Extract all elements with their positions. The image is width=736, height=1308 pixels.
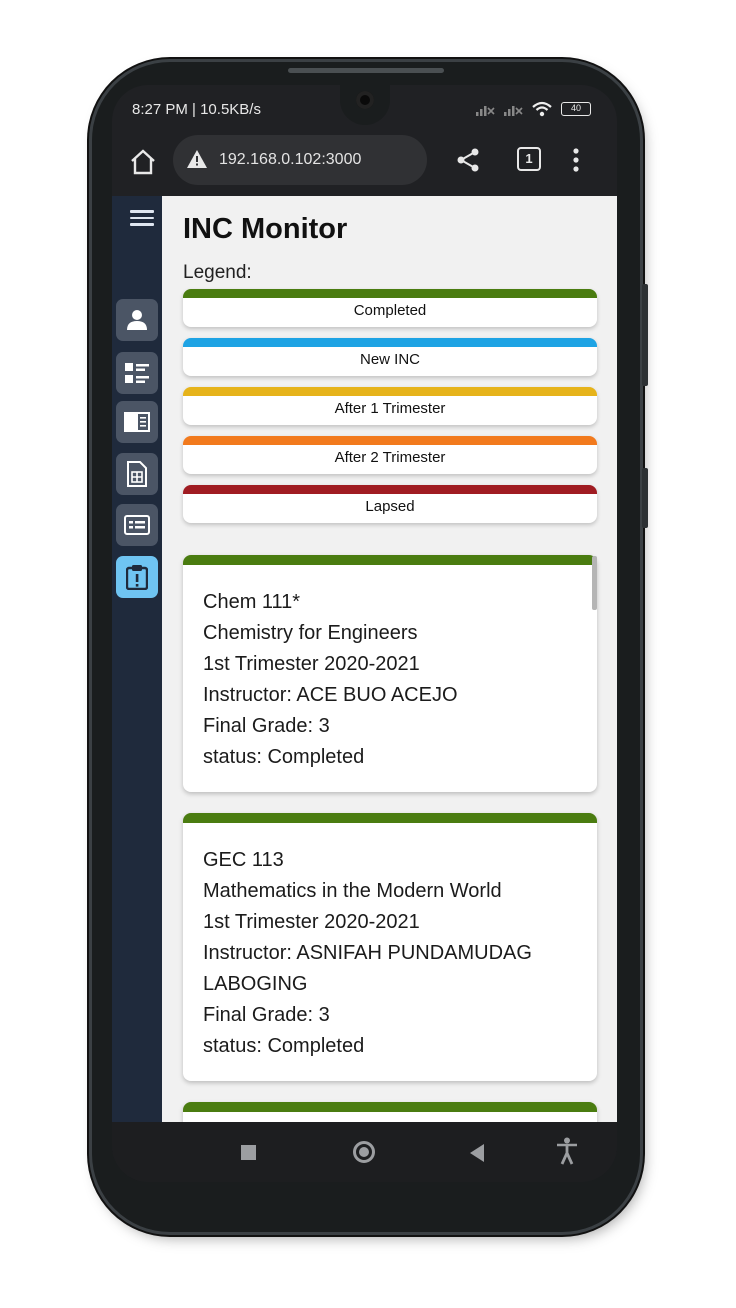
more-menu-icon[interactable]	[572, 147, 580, 173]
share-icon[interactable]	[456, 147, 480, 173]
url-text[interactable]: 192.168.0.102:3000	[219, 151, 361, 169]
page-title: INC Monitor	[183, 213, 348, 245]
course-code: GEC 113	[203, 849, 284, 871]
sidebar-item-list[interactable]	[116, 352, 158, 394]
status-time-speed: 8:27 PM | 10.5KB/s	[132, 101, 261, 118]
web-content: INC Monitor Legend: Completed New INC Af…	[112, 196, 617, 1122]
course-name: Chemistry for Engineers	[203, 622, 418, 644]
legend-item-lapsed: Lapsed	[183, 485, 597, 523]
system-nav-bar	[112, 1122, 617, 1182]
clipboard-alert-icon	[126, 565, 148, 590]
sidebar	[112, 196, 162, 1122]
inc-card[interactable]: GEC 113 Mathematics in the Modern World …	[183, 813, 597, 1081]
id-card-icon	[124, 515, 150, 535]
course-final-grade: Final Grade: 3	[203, 1004, 330, 1026]
recent-apps-button[interactable]	[241, 1145, 256, 1160]
front-camera	[356, 91, 374, 109]
home-button[interactable]	[353, 1141, 375, 1163]
course-status: status: Completed	[203, 1035, 365, 1057]
sidebar-item-inc-monitor[interactable]	[116, 556, 158, 598]
menu-icon[interactable]	[130, 210, 154, 228]
browser-toolbar: 192.168.0.102:3000 1	[112, 133, 617, 196]
inc-card-partial[interactable]	[183, 1102, 597, 1122]
course-instructor: Instructor: ACE BUO ACEJO	[203, 684, 458, 706]
inc-card[interactable]: Chem 111* Chemistry for Engineers 1st Tr…	[183, 555, 597, 792]
wifi-icon	[532, 101, 552, 117]
signal-off-icon	[504, 106, 523, 116]
power-button	[642, 468, 648, 528]
not-secure-warning-icon[interactable]	[186, 149, 208, 169]
address-bar[interactable]: 192.168.0.102:3000	[173, 135, 427, 185]
phone-screen: 8:27 PM | 10.5KB/s 40 192.168.0.102:3000…	[112, 85, 617, 1182]
sidebar-item-id-card[interactable]	[116, 504, 158, 546]
legend-item-after-1-trimester: After 1 Trimester	[183, 387, 597, 425]
book-icon	[124, 412, 150, 432]
signal-off-icon	[476, 106, 495, 116]
course-code: Chem 111*	[203, 591, 301, 613]
home-icon[interactable]	[128, 147, 158, 177]
back-button[interactable]	[470, 1144, 484, 1162]
legend-item-new-inc: New INC	[183, 338, 597, 376]
sidebar-item-book[interactable]	[116, 401, 158, 443]
sidebar-item-document[interactable]	[116, 453, 158, 495]
earpiece	[288, 68, 444, 73]
list-icon	[125, 363, 149, 383]
user-icon	[127, 310, 147, 330]
sidebar-item-profile[interactable]	[116, 299, 158, 341]
document-icon	[127, 461, 147, 487]
tab-switcher-button[interactable]: 1	[517, 147, 541, 171]
legend-item-completed: Completed	[183, 289, 597, 327]
accessibility-icon[interactable]	[556, 1137, 578, 1165]
legend-label: Legend:	[183, 262, 252, 283]
course-status: status: Completed	[203, 746, 365, 768]
course-name: Mathematics in the Modern World	[203, 880, 502, 902]
course-instructor: Instructor: ASNIFAH PUNDAMUDAG LABOGING	[203, 942, 532, 995]
course-term: 1st Trimester 2020-2021	[203, 653, 420, 675]
legend-item-after-2-trimester: After 2 Trimester	[183, 436, 597, 474]
course-final-grade: Final Grade: 3	[203, 715, 330, 737]
battery-icon: 40	[561, 102, 591, 116]
volume-button	[642, 284, 648, 386]
course-term: 1st Trimester 2020-2021	[203, 911, 420, 933]
scrollbar[interactable]	[592, 556, 597, 610]
